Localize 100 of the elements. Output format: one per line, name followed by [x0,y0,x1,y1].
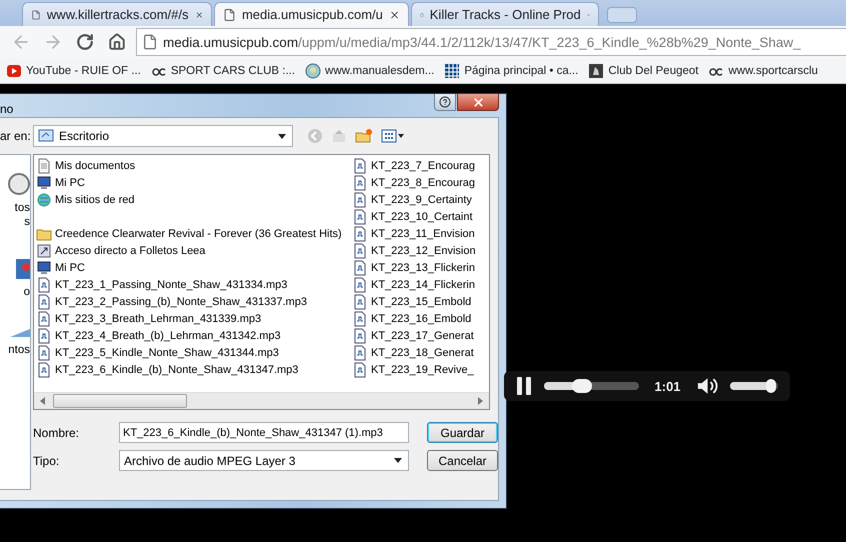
file-item[interactable]: KT_223_11_Envision [352,225,476,242]
file-item[interactable]: KT_223_14_Flickerin [352,276,476,293]
file-item[interactable]: KT_223_19_Revive_ [352,361,476,378]
close-icon[interactable] [388,8,400,20]
page-icon [223,8,236,22]
cancel-button[interactable]: Cancelar [427,450,498,471]
close-icon [472,96,484,108]
file-item[interactable]: KT_223_18_Generat [352,344,476,361]
look-in-label: ar en: [0,129,31,143]
bookmark-link[interactable]: www.manualesdem... [305,62,434,78]
audio-file-icon [352,208,368,224]
tab-title: media.umusicpub.com/u [242,7,383,22]
file-item[interactable]: Mi PC [36,259,352,276]
file-type-dropdown[interactable]: Archivo de audio MPEG Layer 3 [119,450,409,471]
left-arrow-icon[interactable] [40,397,45,405]
bookmark-link[interactable]: YouTube - RUIE OF ... [6,62,141,78]
audio-file-icon [36,294,52,310]
file-item[interactable]: KT_223_13_Flickerin [352,259,476,276]
browser-tab[interactable]: Killer Tracks - Online Prod [411,2,599,26]
file-item[interactable]: KT_223_5_Kindle_Nonte_Shaw_431344.mp3 [36,344,352,361]
dialog-title: no [0,100,14,116]
scrollbar-thumb[interactable] [53,394,187,408]
audio-file-icon [352,226,368,242]
volume-thumb[interactable] [766,379,776,393]
grid-icon [444,62,460,78]
file-item[interactable]: KT_223_15_Embold [352,293,476,310]
audio-file-icon [352,174,368,190]
audio-file-icon [352,158,368,174]
file-item[interactable]: KT_223_6_Kindle_(b)_Nonte_Shaw_431347.mp3 [36,361,352,378]
audio-file-icon [36,310,52,326]
place-label[interactable]: tos s [14,201,30,229]
pause-icon [516,377,532,395]
close-button[interactable] [457,94,499,111]
file-item[interactable]: KT_223_7_Encourag [352,157,476,174]
file-item[interactable]: Mis documentos [36,157,352,174]
audio-file-icon [352,294,368,310]
shortcut-icon [36,242,52,258]
right-arrow-icon[interactable] [478,397,483,405]
audio-file-icon [36,328,52,344]
new-folder-icon[interactable] [355,128,373,144]
globe-icon [36,192,52,208]
time-label: 1:01 [654,378,681,394]
file-item[interactable]: KT_223_1_Passing_Nonte_Shaw_431334.mp3 [36,276,352,293]
file-item[interactable]: KT_223_3_Breath_Lehrman_431339.mp3 [36,310,352,327]
reload-icon[interactable] [76,33,94,51]
file-item[interactable]: Creedence Clearwater Revival - Forever (36 Greatest Hits) [36,225,352,242]
audio-file-icon [352,310,368,326]
speaker-icon[interactable] [696,377,718,395]
bookmark-link[interactable]: www.sportcarsclu [708,62,818,78]
help-icon [439,96,451,108]
progress-thumb[interactable] [572,379,592,393]
bookmark-link[interactable]: Página principal • ca... [444,62,578,78]
browser-tab[interactable]: www.killertracks.com/#/s [22,2,212,26]
caret-icon [278,134,286,138]
file-item[interactable]: KT_223_10_Certaint [352,208,476,225]
place-label[interactable]: ntos [8,343,30,357]
caret-icon [394,458,402,463]
tab-title: www.killertracks.com/#/s [46,7,188,22]
save-button[interactable]: Guardar [427,422,498,443]
bookmark-link[interactable]: SPORT CARS CLUB :... [150,62,296,78]
audio-file-icon [352,344,368,360]
url-path: /uppm/u/media/mp3/44.1/2/112k/13/47/KT_223_6_Kindle_%28b%29_Nonte_Shaw_ [298,34,801,50]
file-item[interactable]: KT_223_2_Passing_(b)_Nonte_Shaw_431337.mp3 [36,293,352,310]
globe-icon [305,62,322,78]
help-button[interactable] [434,94,456,111]
file-item[interactable]: Mis sitios de red [36,191,352,208]
desktop-icon [16,259,30,279]
audio-file-icon [352,260,368,276]
browser-tab[interactable]: media.umusicpub.com/u [214,2,409,26]
page-icon [142,34,158,50]
progress-track[interactable] [544,382,639,390]
file-item[interactable]: KT_223_9_Certainty [352,191,476,208]
play-logo-icon [6,62,22,78]
file-item[interactable]: KT_223_8_Encourag [352,174,476,191]
audio-file-icon [352,362,368,378]
place-label[interactable]: o [24,285,30,299]
address-bar[interactable]: media.umusicpub.com/uppm/u/media/mp3/44.1/2/112k/13/47/KT_223_6_Kindle_%28b%29_Nonte_Shaw_ [136,28,846,56]
file-item[interactable]: KT_223_12_Envision [352,242,476,259]
horizontal-scrollbar[interactable] [34,392,489,409]
desktop-icon [38,128,54,144]
file-item[interactable]: Acceso directo a Folletos Leea [36,242,352,259]
audio-file-icon [36,276,52,292]
file-item[interactable]: KT_223_17_Generat [352,327,476,344]
audio-file-icon [352,328,368,344]
audio-file-icon [352,192,368,208]
file-item[interactable]: KT_223_16_Embold [352,310,476,327]
name-label: Nombre: [33,426,80,440]
file-item[interactable]: Mi PC [36,174,352,191]
bookmark-link[interactable]: Club Del Peugeot [588,62,698,78]
view-menu-icon[interactable] [381,128,405,144]
audio-file-icon [352,276,368,292]
type-label: Tipo: [33,454,60,468]
audio-file-icon [36,362,52,378]
document-icon [36,158,52,174]
file-name-field[interactable]: KT_223_6_Kindle_(b)_Nonte_Shaw_431347 (1).mp3 [119,422,409,443]
home-icon[interactable] [108,33,126,51]
pause-button[interactable] [516,377,532,395]
computer-icon [36,174,52,190]
file-item[interactable]: KT_223_4_Breath_(b)_Lehrman_431342.mp3 [36,327,352,344]
look-in-dropdown[interactable]: Escritorio [33,125,293,147]
